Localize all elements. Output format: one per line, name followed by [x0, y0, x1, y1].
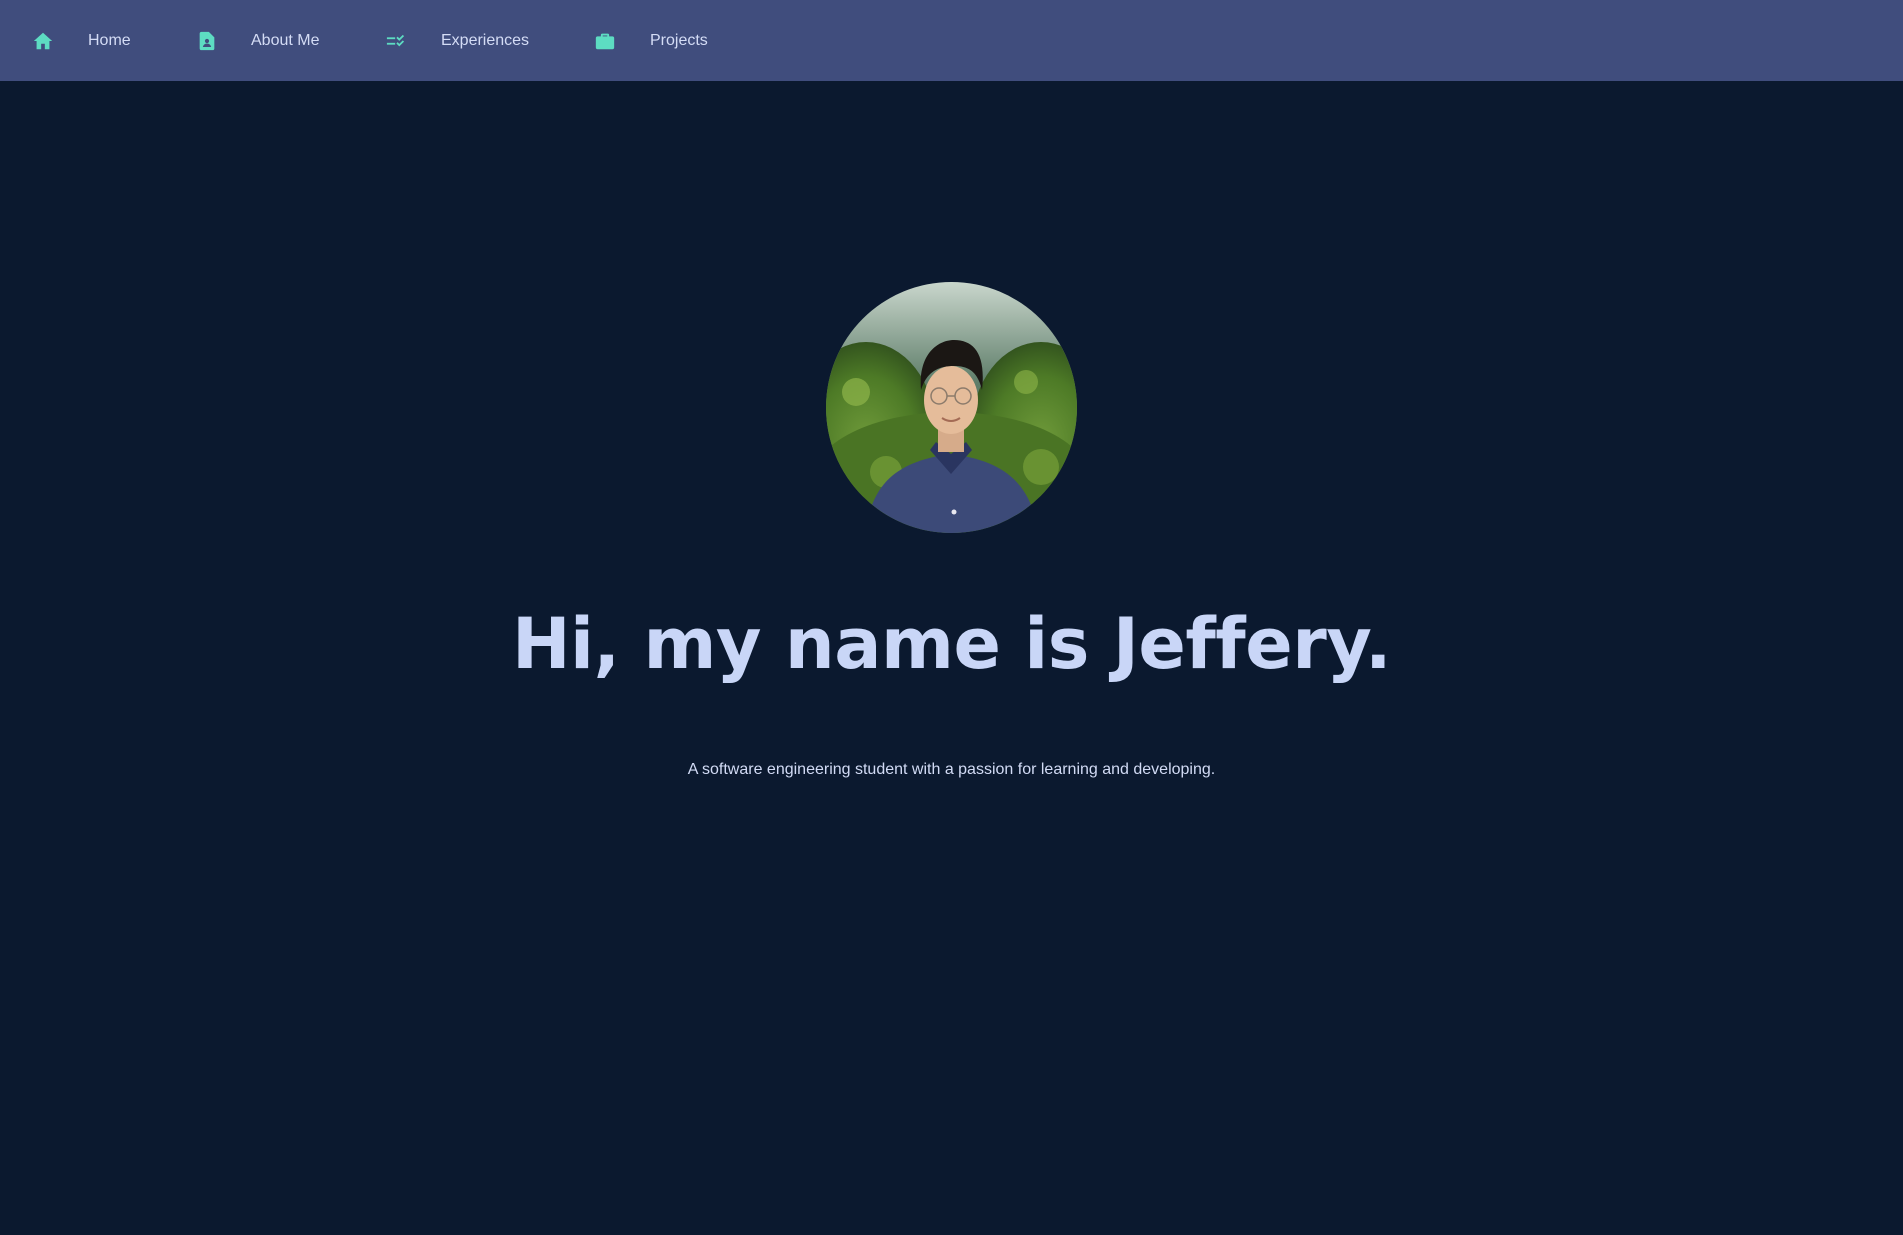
- nav-label-about-me: About Me: [251, 31, 320, 49]
- nav-item-projects[interactable]: Projects: [594, 0, 708, 81]
- home-icon: [32, 30, 54, 52]
- nav-item-about-me[interactable]: About Me: [196, 0, 319, 81]
- avatar: [826, 282, 1077, 533]
- briefcase-icon: [594, 30, 616, 52]
- nav-item-experiences[interactable]: Experiences: [386, 0, 529, 81]
- hero-subtitle: A software engineering student with a pa…: [687, 761, 1216, 778]
- hero-title: Hi, my name is Jeffery.: [511, 603, 1392, 685]
- checklist-icon: [386, 30, 408, 52]
- top-navbar: Home About Me Experiences Projects: [0, 0, 1903, 81]
- nav-label-experiences: Experiences: [441, 31, 530, 49]
- nav-item-home[interactable]: Home: [32, 0, 131, 81]
- profile-document-icon: [196, 30, 218, 52]
- nav-label-projects: Projects: [650, 31, 708, 49]
- nav-label-home: Home: [88, 31, 131, 49]
